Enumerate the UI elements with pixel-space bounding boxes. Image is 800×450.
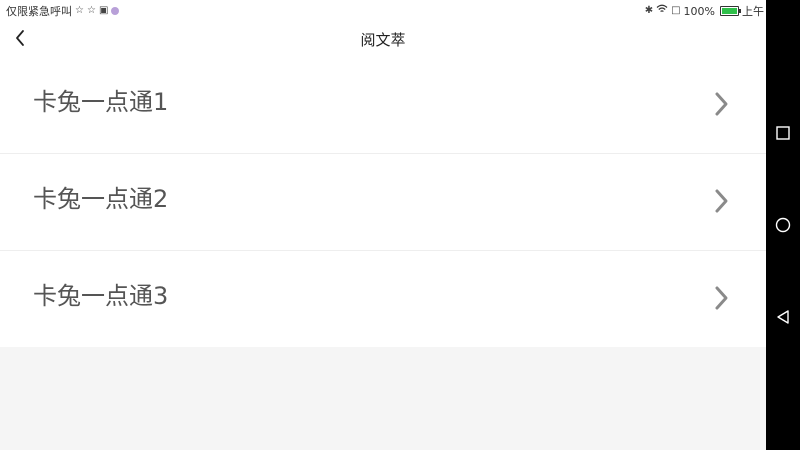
nav-back-button[interactable] — [773, 307, 793, 327]
article-list: 卡兔一点通1 卡兔一点通2 卡兔一点通3 — [0, 57, 766, 347]
bluetooth-icon: ✱ — [644, 5, 654, 16]
usb-debug-icon: ☆ — [86, 5, 96, 16]
wifi-icon — [656, 4, 668, 18]
home-button[interactable] — [773, 215, 793, 235]
list-item[interactable]: 卡兔一点通3 — [0, 251, 766, 347]
app-screen: 仅限紧急呼叫 ☆ ☆ ▣ ✱ □ 100% 上午 阅文萃 卡兔一点通1 卡兔一点… — [0, 0, 766, 450]
list-item-label: 卡兔一点通1 — [33, 88, 169, 116]
status-bar: 仅限紧急呼叫 ☆ ☆ ▣ ✱ □ 100% 上午 — [0, 0, 766, 20]
list-item[interactable]: 卡兔一点通1 — [0, 57, 766, 154]
triangle-icon — [777, 310, 789, 324]
page-title: 阅文萃 — [360, 31, 406, 49]
battery-percent: 100% — [683, 4, 715, 18]
recent-apps-button[interactable] — [773, 123, 793, 143]
chevron-right-icon — [715, 189, 728, 213]
carrier-text: 仅限紧急呼叫 — [6, 5, 72, 18]
list-item[interactable]: 卡兔一点通2 — [0, 154, 766, 251]
list-item-label: 卡兔一点通3 — [33, 282, 169, 310]
battery-fill — [722, 8, 737, 14]
square-icon — [776, 126, 790, 140]
app-notification-icon — [111, 7, 120, 15]
circle-icon — [775, 217, 791, 233]
app-header: 阅文萃 — [0, 20, 766, 57]
image-icon: ▣ — [98, 5, 109, 16]
clock-text: 上午 — [742, 5, 764, 18]
sim-icon: □ — [671, 5, 681, 16]
chevron-right-icon — [715, 286, 728, 310]
battery-icon — [720, 6, 741, 16]
system-nav-bar — [766, 0, 800, 450]
status-right: ✱ □ 100% 上午 — [645, 3, 764, 19]
chevron-right-icon — [715, 92, 728, 116]
status-left: 仅限紧急呼叫 ☆ ☆ ▣ — [6, 3, 120, 19]
usb-icon: ☆ — [75, 5, 84, 16]
list-item-label: 卡兔一点通2 — [33, 185, 169, 213]
